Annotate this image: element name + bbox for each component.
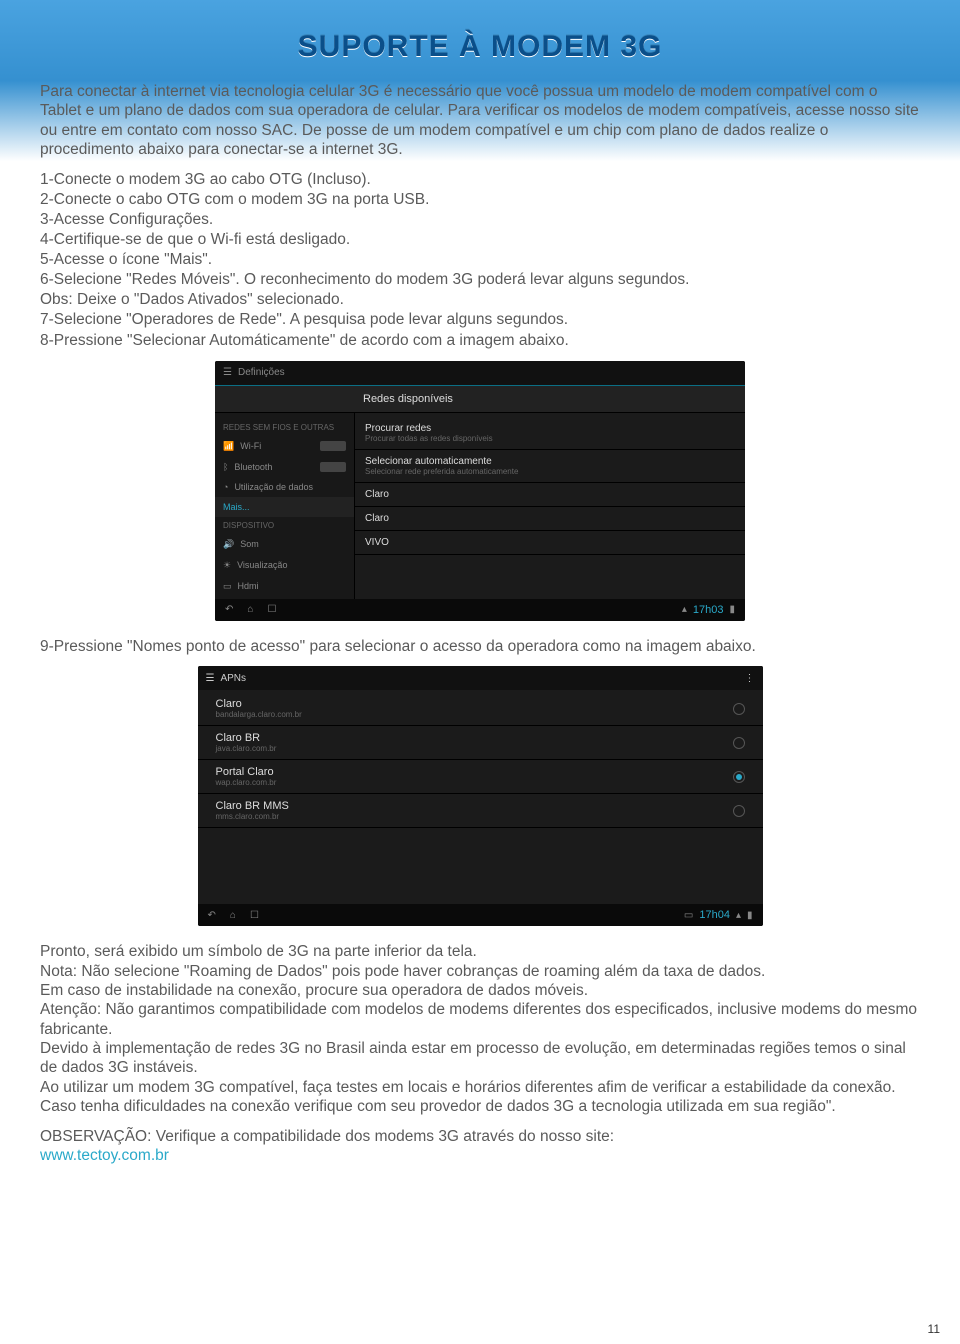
item-search-networks[interactable]: Procurar redes Procurar todas as redes d… bbox=[355, 417, 745, 450]
apn-row-portal-claro[interactable]: Portal Clarowap.claro.com.br bbox=[198, 760, 763, 794]
back-label: Definições bbox=[238, 367, 285, 378]
status-clock: 17h03 bbox=[693, 604, 724, 616]
step-obs: Obs: Deixe o "Dados Ativados" selecionad… bbox=[40, 290, 920, 310]
battery-icon: ▮ bbox=[747, 910, 753, 921]
signal-icon: ▴ bbox=[736, 910, 741, 921]
page-title: SUPORTE À MODEM 3G bbox=[40, 30, 920, 64]
nav-back-icon[interactable]: ↶ bbox=[208, 910, 216, 921]
page-number: 11 bbox=[928, 1322, 940, 1336]
panel-header: Redes disponíveis bbox=[215, 385, 745, 413]
step-1: 1-Conecte o modem 3G ao cabo OTG (Inclus… bbox=[40, 170, 920, 190]
closing-paragraph: Pronto, será exibido um símbolo de 3G na… bbox=[40, 942, 920, 1116]
site-link[interactable]: www.tectoy.com.br bbox=[40, 1147, 169, 1164]
step-7: 7-Selecione "Operadores de Rede". A pesq… bbox=[40, 310, 920, 330]
wifi-toggle[interactable] bbox=[320, 441, 346, 451]
item-claro-2[interactable]: Claro bbox=[355, 507, 745, 531]
item-claro-1[interactable]: Claro bbox=[355, 483, 745, 507]
nav-home-icon[interactable]: ⌂ bbox=[230, 910, 236, 921]
battery-icon: ▮ bbox=[729, 604, 735, 615]
sidebar-display[interactable]: ☀Visualização bbox=[215, 555, 354, 576]
step-9: 9-Pressione "Nomes ponto de acesso" para… bbox=[40, 637, 920, 656]
nav-back-icon[interactable]: ↶ bbox=[225, 604, 233, 615]
item-auto-select[interactable]: Selecionar automaticamente Selecionar re… bbox=[355, 450, 745, 483]
step-8: 8-Pressione "Selecionar Automáticamente"… bbox=[40, 331, 920, 351]
step-4: 4-Certifique-se de que o Wi-fi está desl… bbox=[40, 230, 920, 250]
sim-icon: ▭ bbox=[684, 910, 693, 921]
nav-home-icon[interactable]: ⌂ bbox=[247, 604, 253, 615]
settings-icon: ☰ bbox=[206, 673, 215, 684]
bt-toggle[interactable] bbox=[320, 462, 346, 472]
nav-recent-icon[interactable]: ☐ bbox=[267, 604, 276, 615]
settings-sidebar: REDES SEM FIOS E OUTRAS 📶Wi-Fi ᛒBluetoot… bbox=[215, 413, 355, 599]
step-5: 5-Acesse o ícone "Mais". bbox=[40, 250, 920, 270]
side-group-wireless: REDES SEM FIOS E OUTRAS bbox=[215, 419, 354, 436]
menu-icon[interactable]: ⋮ bbox=[745, 673, 755, 684]
apn-row-claro[interactable]: Clarobandalarga.claro.com.br bbox=[198, 692, 763, 726]
sidebar-sound[interactable]: 🔊Som bbox=[215, 534, 354, 555]
settings-icon: ☰ bbox=[223, 367, 232, 378]
signal-icon: ▴ bbox=[682, 604, 687, 615]
sidebar-data-usage[interactable]: ◔Utilização de dados bbox=[215, 477, 354, 497]
steps-list: 1-Conecte o modem 3G ao cabo OTG (Inclus… bbox=[40, 170, 920, 351]
sidebar-bluetooth[interactable]: ᛒBluetooth bbox=[215, 457, 354, 477]
status-clock: 17h04 bbox=[699, 909, 730, 921]
sidebar-hdmi[interactable]: ▭Hdmi bbox=[215, 576, 354, 597]
radio-unselected[interactable] bbox=[733, 737, 745, 749]
step-2: 2-Conecte o cabo OTG com o modem 3G na p… bbox=[40, 190, 920, 210]
radio-selected[interactable] bbox=[733, 771, 745, 783]
apn-row-claro-mms[interactable]: Claro BR MMSmms.claro.com.br bbox=[198, 794, 763, 828]
screenshot-apns: ☰ APNs ⋮ Clarobandalarga.claro.com.br Cl… bbox=[198, 666, 763, 926]
side-group-device: DISPOSITIVO bbox=[215, 517, 354, 534]
intro-paragraph: Para conectar à internet via tecnologia … bbox=[40, 82, 920, 160]
step-3: 3-Acesse Configurações. bbox=[40, 210, 920, 230]
nav-recent-icon[interactable]: ☐ bbox=[250, 910, 259, 921]
network-list: Procurar redes Procurar todas as redes d… bbox=[355, 413, 745, 599]
apn-row-claro-br[interactable]: Claro BRjava.claro.com.br bbox=[198, 726, 763, 760]
screenshot-redes-disponiveis: ☰ Definições Redes disponíveis REDES SEM… bbox=[215, 361, 745, 621]
sidebar-wifi[interactable]: 📶Wi-Fi bbox=[215, 436, 354, 457]
apns-title: APNs bbox=[220, 673, 246, 684]
item-vivo[interactable]: VIVO bbox=[355, 531, 745, 555]
observacao-label: OBSERVAÇÃO: Verifique a compatibilidade … bbox=[40, 1128, 614, 1145]
sidebar-more[interactable]: Mais... bbox=[215, 497, 354, 517]
step-6: 6-Selecione "Redes Móveis". O reconhecim… bbox=[40, 270, 920, 290]
radio-unselected[interactable] bbox=[733, 703, 745, 715]
radio-unselected[interactable] bbox=[733, 805, 745, 817]
